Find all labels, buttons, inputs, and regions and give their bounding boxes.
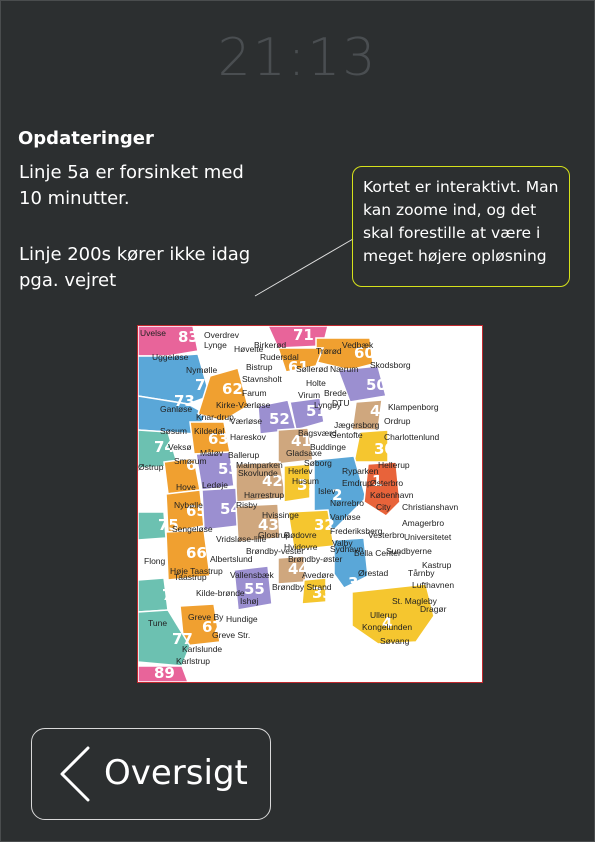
place-label: Smørum bbox=[174, 456, 207, 466]
place-label: Tårnby bbox=[408, 568, 435, 578]
place-label: Skodsborg bbox=[370, 360, 411, 370]
place-label: Sengeløse bbox=[172, 524, 213, 534]
place-label: Veksø bbox=[168, 442, 192, 452]
back-button[interactable]: Oversigt bbox=[31, 728, 271, 820]
place-label: Flong bbox=[144, 556, 166, 566]
place-label: Karlslunde bbox=[182, 644, 222, 654]
chevron-left-icon bbox=[60, 746, 90, 802]
place-label: Skovlunde bbox=[238, 468, 278, 478]
info-note: Kortet er interaktivt. Man kan zoome ind… bbox=[352, 166, 570, 287]
place-label: Søllerød bbox=[296, 364, 328, 374]
place-label: Vedbæk bbox=[342, 340, 374, 350]
place-label: Husum bbox=[292, 476, 319, 486]
place-label: Søsum bbox=[160, 426, 187, 436]
place-label: City bbox=[376, 502, 391, 512]
place-label: Tune bbox=[148, 618, 167, 628]
zone-label-66: 66 bbox=[186, 544, 207, 562]
zone-label-83: 83 bbox=[178, 328, 199, 346]
place-label: Karlstrup bbox=[176, 656, 210, 666]
place-label: Uggeløse bbox=[152, 352, 189, 362]
place-label: Universitetet bbox=[404, 532, 452, 542]
place-label: Taastrup bbox=[174, 572, 207, 582]
place-label: Brøndby Strand bbox=[272, 582, 332, 592]
place-label: Avedøre bbox=[302, 570, 334, 580]
place-label: Hellerup bbox=[378, 460, 410, 470]
place-label: Vanløse bbox=[330, 512, 361, 522]
place-label: Knar-drup bbox=[196, 412, 234, 422]
place-label: Hvidovre bbox=[284, 542, 318, 552]
place-label: Trørød bbox=[316, 346, 342, 356]
place-label: Lufthavnen bbox=[412, 580, 454, 590]
place-label: Brede bbox=[324, 388, 347, 398]
place-label: Nybølle bbox=[174, 500, 203, 510]
zone-label-89: 89 bbox=[154, 664, 175, 682]
place-label: Kongelunden bbox=[362, 622, 412, 632]
zone-label-50: 50 bbox=[366, 376, 387, 394]
zone-map-canvas[interactable]: 83 7160726150736252 51 4074 63 41 3064 5342 3121… bbox=[138, 326, 482, 682]
back-button-label: Oversigt bbox=[104, 753, 248, 793]
place-label: Lynge bbox=[204, 340, 227, 350]
place-label: Gladsaxe bbox=[286, 448, 322, 458]
place-label: Ullerup bbox=[370, 610, 397, 620]
place-label: Gentofte bbox=[330, 430, 363, 440]
place-label: Hundige bbox=[226, 614, 258, 624]
place-label: Farum bbox=[242, 388, 267, 398]
place-label: Christianshavn bbox=[402, 502, 458, 512]
place-label: Ishøj bbox=[240, 596, 259, 606]
place-label: Overdrev bbox=[204, 330, 240, 340]
place-label: Østerbro bbox=[370, 478, 403, 488]
place-label: Amagerbro bbox=[402, 518, 444, 528]
place-label: Ganløse bbox=[160, 404, 192, 414]
zone-label-62: 62 bbox=[222, 380, 243, 398]
place-label: Vesterbro bbox=[368, 530, 405, 540]
place-label: Jægersborg bbox=[334, 420, 380, 430]
place-label: Klampenborg bbox=[388, 402, 439, 412]
place-label: Holte bbox=[306, 378, 326, 388]
zone-label-52: 52 bbox=[269, 410, 290, 428]
place-label: Uvelse bbox=[140, 328, 166, 338]
place-label: Harrestrup bbox=[244, 490, 284, 500]
place-label: Hareskov bbox=[230, 432, 267, 442]
place-label: Ballerup bbox=[228, 450, 259, 460]
place-label: Greve Str. bbox=[212, 630, 250, 640]
place-label: Ordrup bbox=[384, 416, 411, 426]
place-label: Ryparken bbox=[342, 466, 379, 476]
place-label: Hvissinge bbox=[262, 510, 299, 520]
place-label: København bbox=[370, 490, 414, 500]
place-label: Søvang bbox=[380, 636, 410, 646]
place-label: Brøndby-øster bbox=[288, 554, 342, 564]
zone-label-76: 76 bbox=[162, 586, 183, 604]
zone-label-30: 30 bbox=[374, 440, 395, 458]
place-label: Greve By bbox=[188, 612, 224, 622]
place-label: Nørrebro bbox=[330, 498, 364, 508]
place-label: Emdrup bbox=[342, 478, 372, 488]
place-label: Vallensbæk bbox=[230, 570, 275, 580]
place-label: Kildedal bbox=[194, 426, 224, 436]
place-label: Virum bbox=[298, 390, 320, 400]
place-label: Østrup bbox=[138, 462, 164, 472]
place-label: Værløse bbox=[230, 416, 262, 426]
place-label: Risby bbox=[236, 500, 258, 510]
place-label: Birkerød bbox=[254, 340, 286, 350]
place-label: Dragør bbox=[420, 604, 447, 614]
place-label: Charlottenlund bbox=[384, 432, 440, 442]
place-label: Ørestad bbox=[358, 568, 389, 578]
place-label: Kirke-Værløse bbox=[216, 400, 271, 410]
place-label: Bella Center bbox=[354, 548, 401, 558]
place-label: Rudersdal bbox=[260, 352, 299, 362]
place-label: Herlev bbox=[288, 466, 313, 476]
place-label: Lyngby bbox=[314, 400, 342, 410]
place-label: Kilde-brønde bbox=[196, 588, 245, 598]
place-label: Islev bbox=[318, 486, 336, 496]
place-label: Hove bbox=[176, 482, 196, 492]
place-label: Ledøje bbox=[202, 480, 228, 490]
zone-label-71: 71 bbox=[293, 326, 314, 344]
place-label: Nærum bbox=[330, 364, 358, 374]
zone-label-3: 3 bbox=[348, 574, 358, 592]
zone-map[interactable]: 83 71 60 72 61 50 73 62 52 51 40 74 63 41 30 64 53 42 31 2 1… bbox=[137, 325, 483, 683]
place-label: Rødovre bbox=[284, 530, 317, 540]
place-label: Nymølle bbox=[186, 365, 217, 375]
place-label: Bistrup bbox=[246, 362, 273, 372]
place-label: Stavnsholt bbox=[242, 374, 282, 384]
